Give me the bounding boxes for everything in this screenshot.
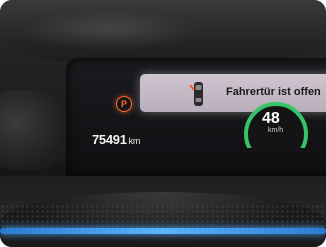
car-door-open-icon bbox=[190, 82, 203, 106]
hood-glare bbox=[20, 10, 200, 50]
parking-brake-letter: P bbox=[120, 99, 127, 109]
speed-value: 48 bbox=[262, 110, 280, 127]
odometer: 75491 km bbox=[92, 132, 140, 147]
speed-unit: km/h bbox=[268, 127, 284, 134]
left-housing bbox=[0, 90, 70, 170]
notification-text: Fahrertür ist offen bbox=[226, 86, 321, 98]
odometer-unit: km bbox=[128, 136, 141, 146]
parking-brake-icon: P bbox=[116, 96, 132, 112]
ambient-light-strip bbox=[0, 228, 326, 234]
odometer-value: 75491 bbox=[92, 132, 127, 147]
car-dashboard-photo: P 75491 km Fahrertür ist offen 48 km/h bbox=[0, 0, 326, 247]
